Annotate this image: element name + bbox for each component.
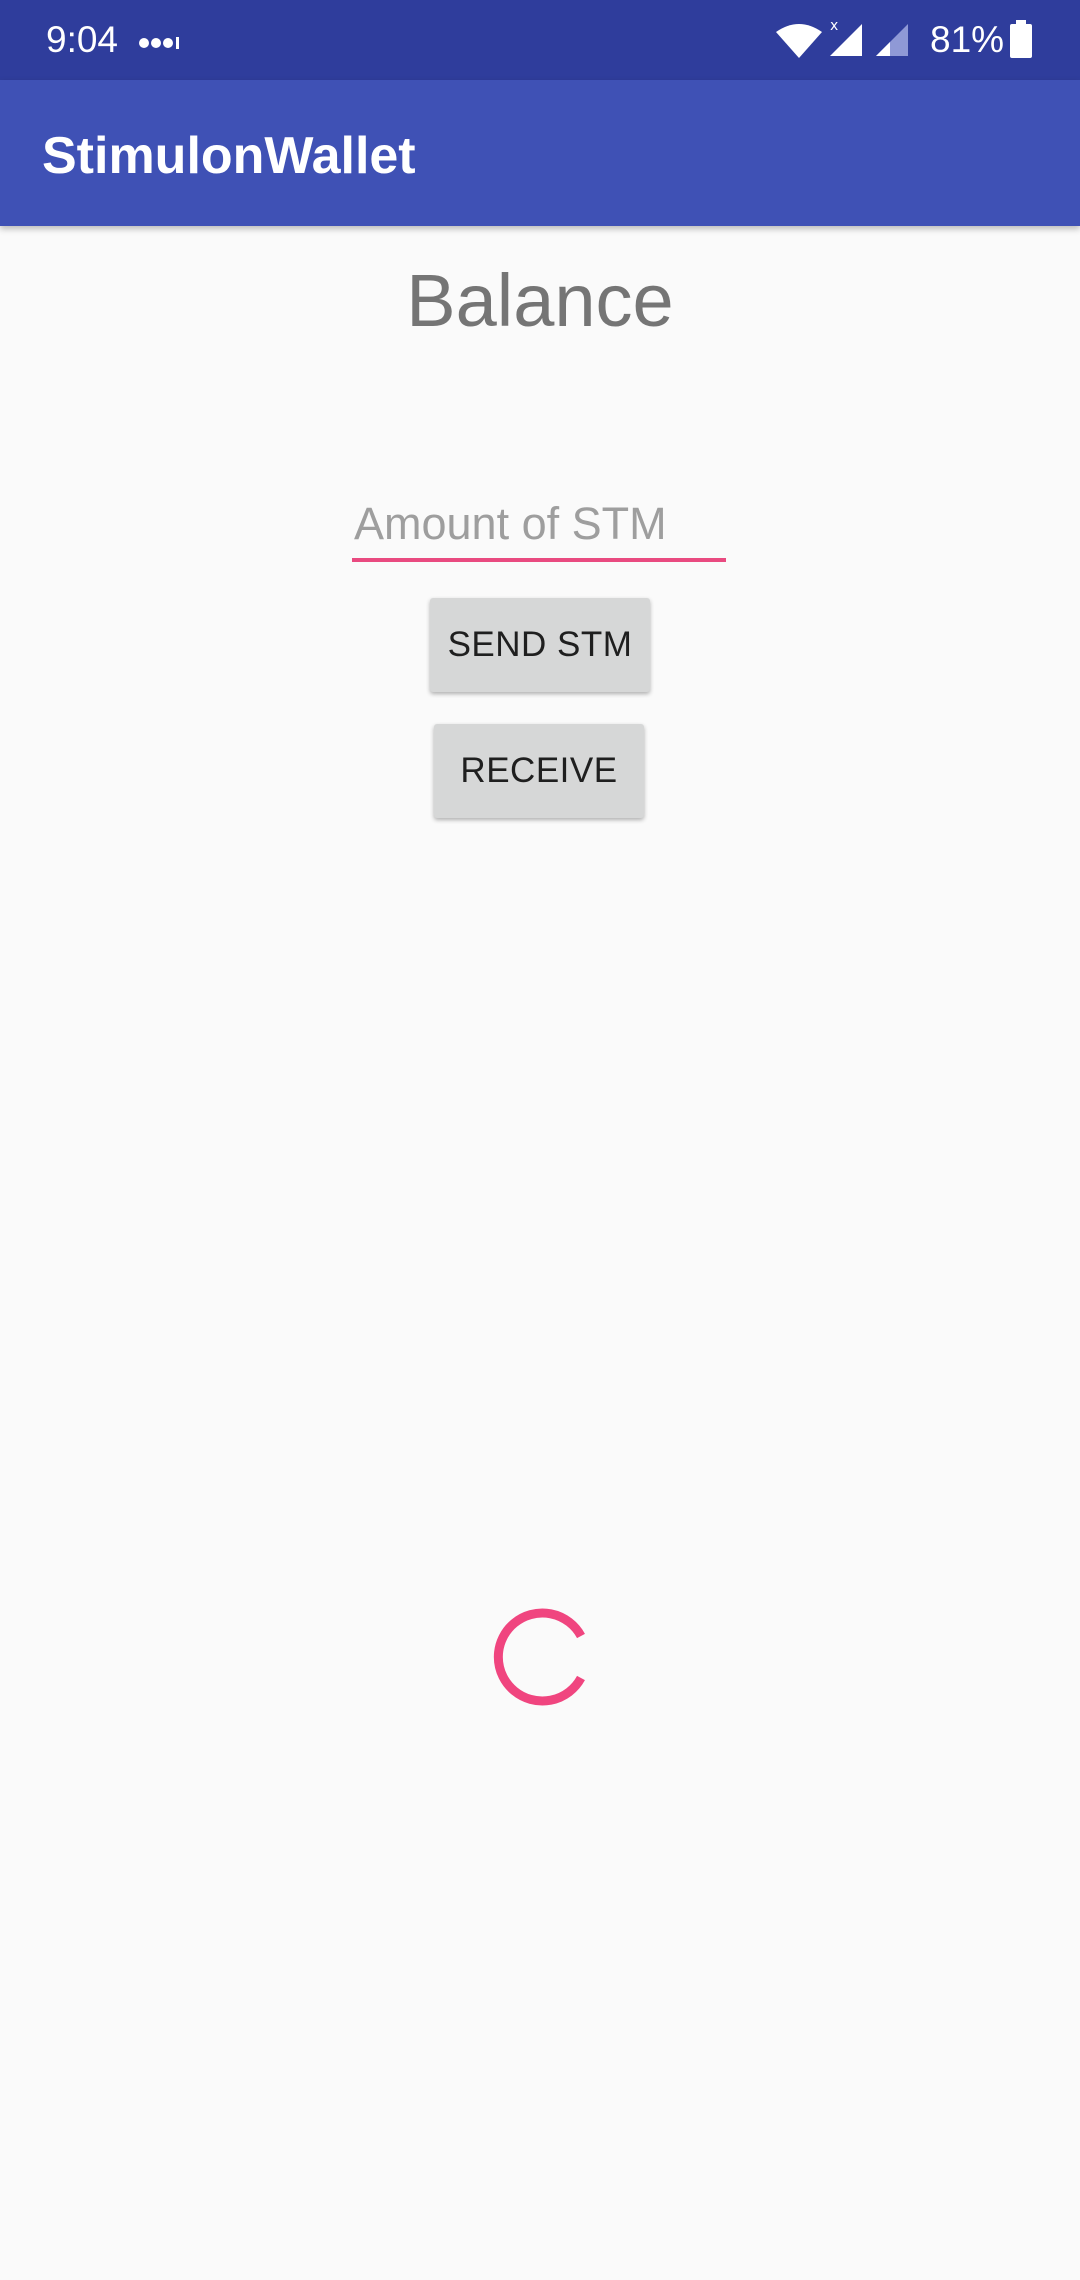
cell-signal-2-icon <box>874 20 912 63</box>
wifi-icon <box>776 22 822 65</box>
svg-text:x: x <box>830 18 838 34</box>
battery-icon <box>1010 20 1032 63</box>
app-bar: StimulonWallet <box>0 80 1080 226</box>
app-title: StimulonWallet <box>42 127 416 185</box>
amount-input[interactable] <box>352 490 726 562</box>
notification-dots-icon <box>138 36 182 55</box>
balance-label: Balance <box>406 259 674 342</box>
status-bar: 9:04 x 81% <box>0 0 1080 80</box>
cell-signal-icon: x <box>826 18 866 63</box>
loading-spinner-icon <box>486 1602 596 1717</box>
send-stm-button[interactable]: SEND STM <box>430 598 650 692</box>
receive-button[interactable]: RECEIVE <box>434 724 644 818</box>
status-time: 9:04 <box>46 19 119 60</box>
battery-percent: 81% <box>930 19 1005 60</box>
